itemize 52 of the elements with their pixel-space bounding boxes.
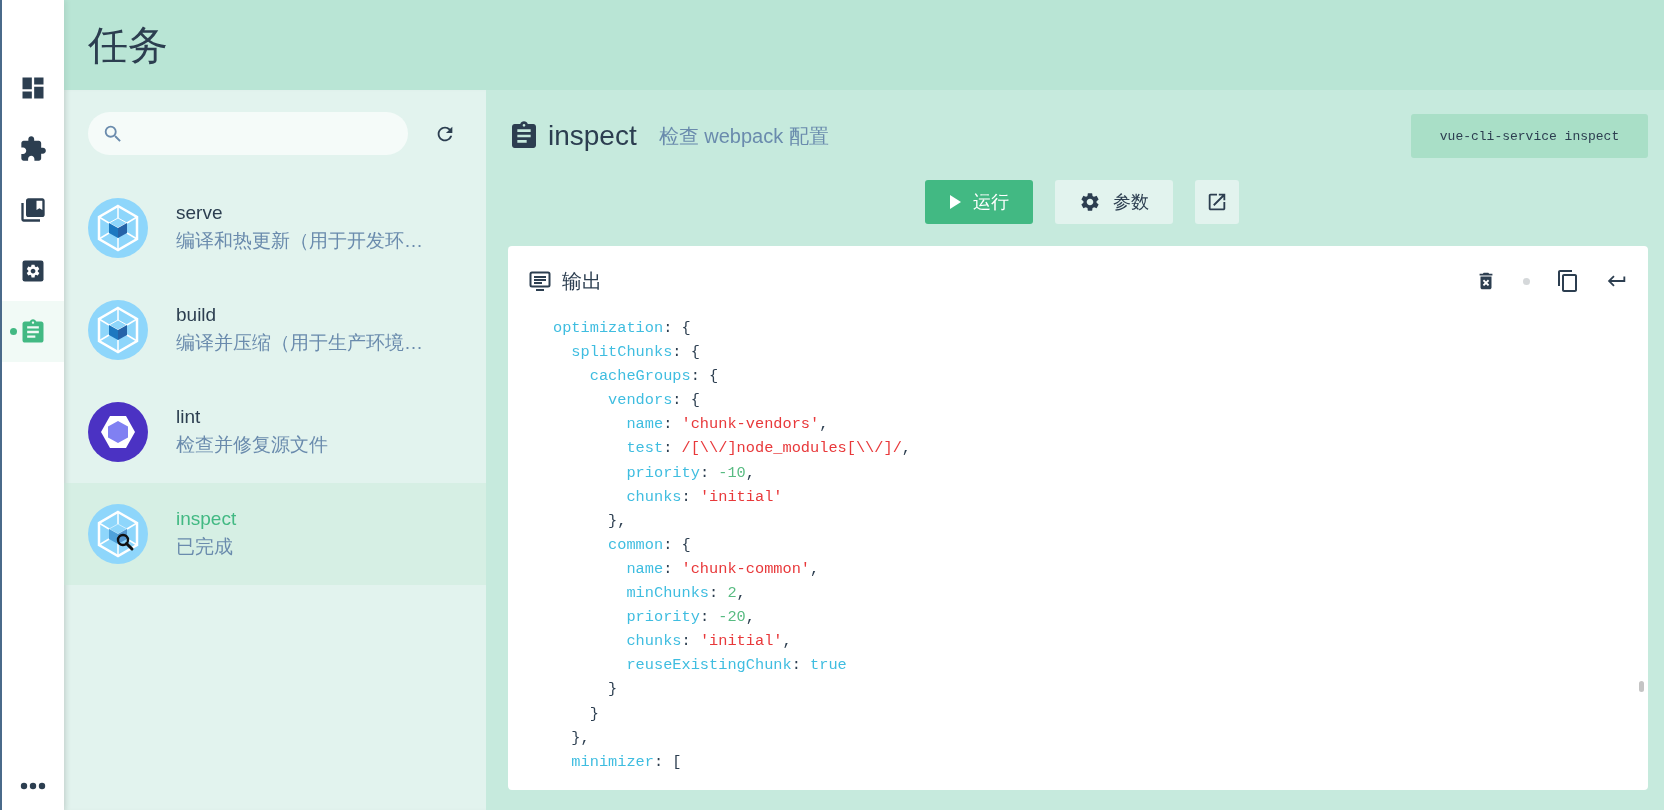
task-description: 已完成 <box>176 535 234 559</box>
copy-button[interactable] <box>1556 269 1580 293</box>
cube-icon <box>88 198 148 258</box>
code-line: minChunks: 2, <box>625 583 746 605</box>
code-line: vendors: { <box>607 390 700 412</box>
external-link-icon <box>1206 191 1228 213</box>
bookmark-stack-icon[interactable] <box>19 195 47 224</box>
task-description: 检查 webpack 配置 <box>658 123 829 149</box>
code-line: chunks: 'initial' <box>625 486 783 508</box>
task-name: build <box>176 304 218 326</box>
code-line: test: /[\\/]node_modules[\\/]/, <box>625 438 911 460</box>
task-item[interactable]: lint 检查并修复源文件 <box>64 381 486 483</box>
task-name: lint <box>176 406 202 428</box>
cube-icon <box>88 300 148 360</box>
code-line: chunks: 'initial', <box>625 631 792 653</box>
code-line: name: 'chunk-common', <box>625 558 820 580</box>
code-line: optimization: { <box>553 318 691 339</box>
task-description: 检查并修复源文件 <box>176 433 328 457</box>
code-line: minimizer: [ <box>570 751 682 773</box>
code-line: reuseExistingChunk: true <box>625 655 847 677</box>
code-line: name: 'chunk-vendors', <box>625 414 829 436</box>
code-line: priority: -20, <box>625 607 755 629</box>
puzzle-icon[interactable] <box>19 134 47 163</box>
cube-magnifier-icon <box>88 504 148 564</box>
parameters-button[interactable]: 参数 <box>1055 180 1173 224</box>
code-line: priority: -10, <box>625 462 755 484</box>
task-name: inspect <box>176 508 237 530</box>
task-description: 编译和热更新（用于开发环… <box>176 229 423 253</box>
play-icon <box>949 195 961 209</box>
open-external-button[interactable] <box>1195 180 1239 224</box>
task-name: serve <box>176 202 224 224</box>
code-line: } <box>588 703 599 725</box>
scrollbar-thumb[interactable] <box>1639 681 1644 692</box>
page-title: 任务 <box>88 21 168 69</box>
task-item[interactable]: build 编译并压缩（用于生产环境… <box>64 279 486 381</box>
copy-icon <box>1556 269 1580 293</box>
terminal-icon <box>528 269 552 293</box>
code-line: splitChunks: { <box>570 342 700 364</box>
code-line: cacheGroups: { <box>588 366 719 388</box>
code-line: }, <box>607 510 627 532</box>
task-description: 编译并压缩（用于生产环境… <box>176 331 423 355</box>
code-line: }, <box>570 727 590 749</box>
task-item[interactable]: serve 编译和热更新（用于开发环… <box>64 177 486 279</box>
more-icon[interactable] <box>20 782 46 790</box>
code-line: } <box>607 679 618 701</box>
command-label: vue-cli-service inspect <box>1411 114 1648 158</box>
task-title: inspect <box>548 120 637 152</box>
status-dot <box>1523 277 1530 285</box>
code-line: common: { <box>607 534 691 556</box>
gear-icon <box>1079 191 1101 213</box>
output-title: 输出 <box>562 268 602 294</box>
search-field[interactable] <box>88 112 408 155</box>
